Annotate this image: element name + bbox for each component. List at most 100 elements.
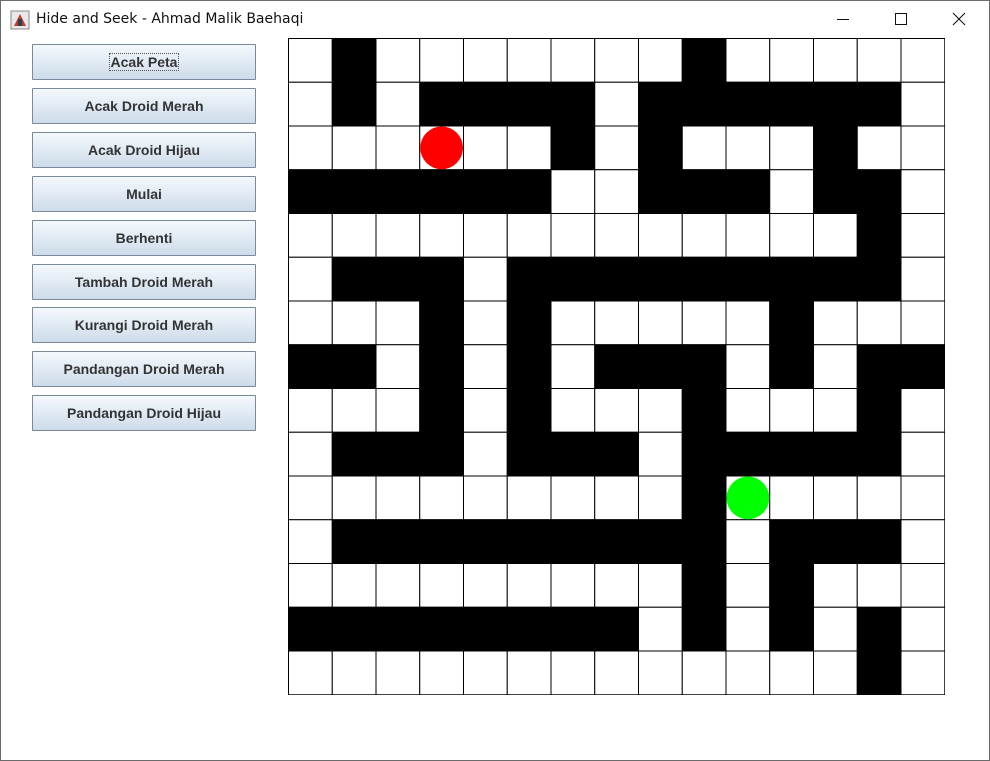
maze-wall-cell xyxy=(638,519,683,564)
maze-floor-cell xyxy=(288,650,333,695)
maze-floor-cell xyxy=(900,38,945,83)
maze-wall-cell xyxy=(506,519,552,564)
maze-wall-cell xyxy=(813,256,858,302)
maze-floor-cell xyxy=(638,563,683,608)
maze-wall-cell xyxy=(769,431,814,477)
maze-floor-cell xyxy=(550,388,596,433)
maze-wall-cell xyxy=(419,169,464,214)
maximize-button[interactable] xyxy=(878,1,924,37)
berhenti-button[interactable]: Berhenti xyxy=(32,220,256,256)
tambah-droid-merah-button[interactable]: Tambah Droid Merah xyxy=(32,264,256,300)
maze-floor-cell xyxy=(550,300,596,346)
maze-floor-cell xyxy=(506,38,552,83)
maze-wall-cell xyxy=(288,606,333,652)
maze-floor-cell xyxy=(506,213,552,258)
kurangi-droid-merah-button[interactable]: Kurangi Droid Merah xyxy=(32,307,256,343)
maze-floor-cell xyxy=(288,475,333,521)
maze-floor-cell xyxy=(331,475,377,521)
maze-wall-cell xyxy=(813,519,858,564)
maze-floor-cell xyxy=(594,475,639,521)
maze-wall-cell xyxy=(375,256,421,302)
maze-board[interactable] xyxy=(288,38,945,695)
maze-floor-cell xyxy=(375,38,421,83)
maze-floor-cell xyxy=(463,431,508,477)
maze-wall-cell xyxy=(856,431,902,477)
maze-floor-cell xyxy=(375,475,421,521)
maze-wall-cell xyxy=(594,256,639,302)
close-button[interactable] xyxy=(936,1,982,37)
maze-wall-cell xyxy=(769,81,814,127)
pandangan-droid-hijau-button[interactable]: Pandangan Droid Hijau xyxy=(32,395,256,431)
maze-floor-cell xyxy=(813,344,858,389)
maze-floor-cell xyxy=(331,650,377,695)
maze-floor-cell xyxy=(769,650,814,695)
maze-floor-cell xyxy=(725,300,771,346)
maze-wall-cell xyxy=(594,606,639,652)
maze-wall-cell xyxy=(681,519,727,564)
maze-floor-cell xyxy=(594,125,639,171)
maze-floor-cell xyxy=(506,650,552,695)
maze-floor-cell xyxy=(288,38,333,83)
mulai-button[interactable]: Mulai xyxy=(32,176,256,212)
maze-wall-cell xyxy=(681,388,727,433)
maze-floor-cell xyxy=(813,300,858,346)
maze-floor-cell xyxy=(769,38,814,83)
maze-wall-cell xyxy=(856,388,902,433)
maze-wall-cell xyxy=(681,169,727,214)
maze-floor-cell xyxy=(725,606,771,652)
maze-wall-cell xyxy=(506,388,552,433)
minimize-button[interactable] xyxy=(820,1,866,37)
title-bar[interactable]: Hide and Seek - Ahmad Malik Baehaqi xyxy=(1,1,989,37)
maze-wall-cell xyxy=(550,125,596,171)
java-app-icon xyxy=(10,10,30,30)
maze-wall-cell xyxy=(331,431,377,477)
maze-wall-cell xyxy=(506,606,552,652)
maze-floor-cell xyxy=(725,388,771,433)
maze-floor-cell xyxy=(725,213,771,258)
maze-floor-cell xyxy=(638,38,683,83)
maze-wall-cell xyxy=(725,256,771,302)
maze-floor-cell xyxy=(288,300,333,346)
maze-wall-cell xyxy=(331,344,377,389)
maze-floor-cell xyxy=(375,125,421,171)
maze-floor-cell xyxy=(288,563,333,608)
maze-floor-cell xyxy=(900,125,945,171)
maze-wall-cell xyxy=(769,300,814,346)
maze-wall-cell xyxy=(856,606,902,652)
maze-floor-cell xyxy=(463,300,508,346)
maze-wall-cell xyxy=(638,256,683,302)
maze-wall-cell xyxy=(769,519,814,564)
maze-floor-cell xyxy=(463,388,508,433)
maze-wall-cell xyxy=(550,256,596,302)
maze-floor-cell xyxy=(419,650,464,695)
maze-floor-cell xyxy=(375,81,421,127)
maze-wall-cell xyxy=(681,344,727,389)
maze-floor-cell xyxy=(900,169,945,214)
maze-floor-cell xyxy=(331,125,377,171)
maze-wall-cell xyxy=(681,563,727,608)
button-label: Pandangan Droid Hijau xyxy=(66,405,221,421)
acak-droid-merah-button[interactable]: Acak Droid Merah xyxy=(32,88,256,124)
maze-wall-cell xyxy=(638,81,683,127)
maze-floor-cell xyxy=(288,431,333,477)
maze-wall-cell xyxy=(813,125,858,171)
maze-floor-cell xyxy=(725,563,771,608)
maze-wall-cell xyxy=(419,519,464,564)
acak-droid-hijau-button[interactable]: Acak Droid Hijau xyxy=(32,132,256,168)
maze-floor-cell xyxy=(856,475,902,521)
minimize-icon xyxy=(837,19,849,20)
maze-floor-cell xyxy=(813,38,858,83)
maze-wall-cell xyxy=(375,169,421,214)
maze-wall-cell xyxy=(856,81,902,127)
pandangan-droid-merah-button[interactable]: Pandangan Droid Merah xyxy=(32,351,256,387)
maze-wall-cell xyxy=(506,344,552,389)
maze-wall-cell xyxy=(331,519,377,564)
acak-peta-button[interactable]: Acak Peta xyxy=(32,44,256,80)
maze-floor-cell xyxy=(375,300,421,346)
maze-floor-cell xyxy=(681,125,727,171)
maze-floor-cell xyxy=(900,475,945,521)
maze-floor-cell xyxy=(900,519,945,564)
maze-floor-cell xyxy=(550,650,596,695)
maze-floor-cell xyxy=(463,125,508,171)
maze-floor-cell xyxy=(463,650,508,695)
